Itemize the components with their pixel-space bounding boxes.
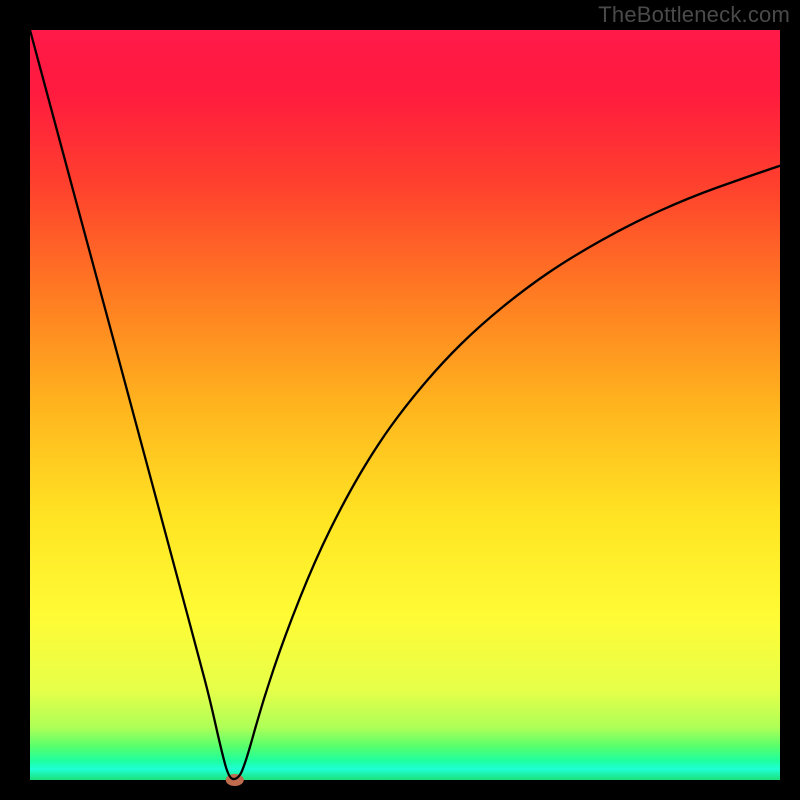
chart-frame: TheBottleneck.com xyxy=(0,0,800,800)
chart-svg xyxy=(0,0,800,800)
plot-background xyxy=(30,30,780,780)
